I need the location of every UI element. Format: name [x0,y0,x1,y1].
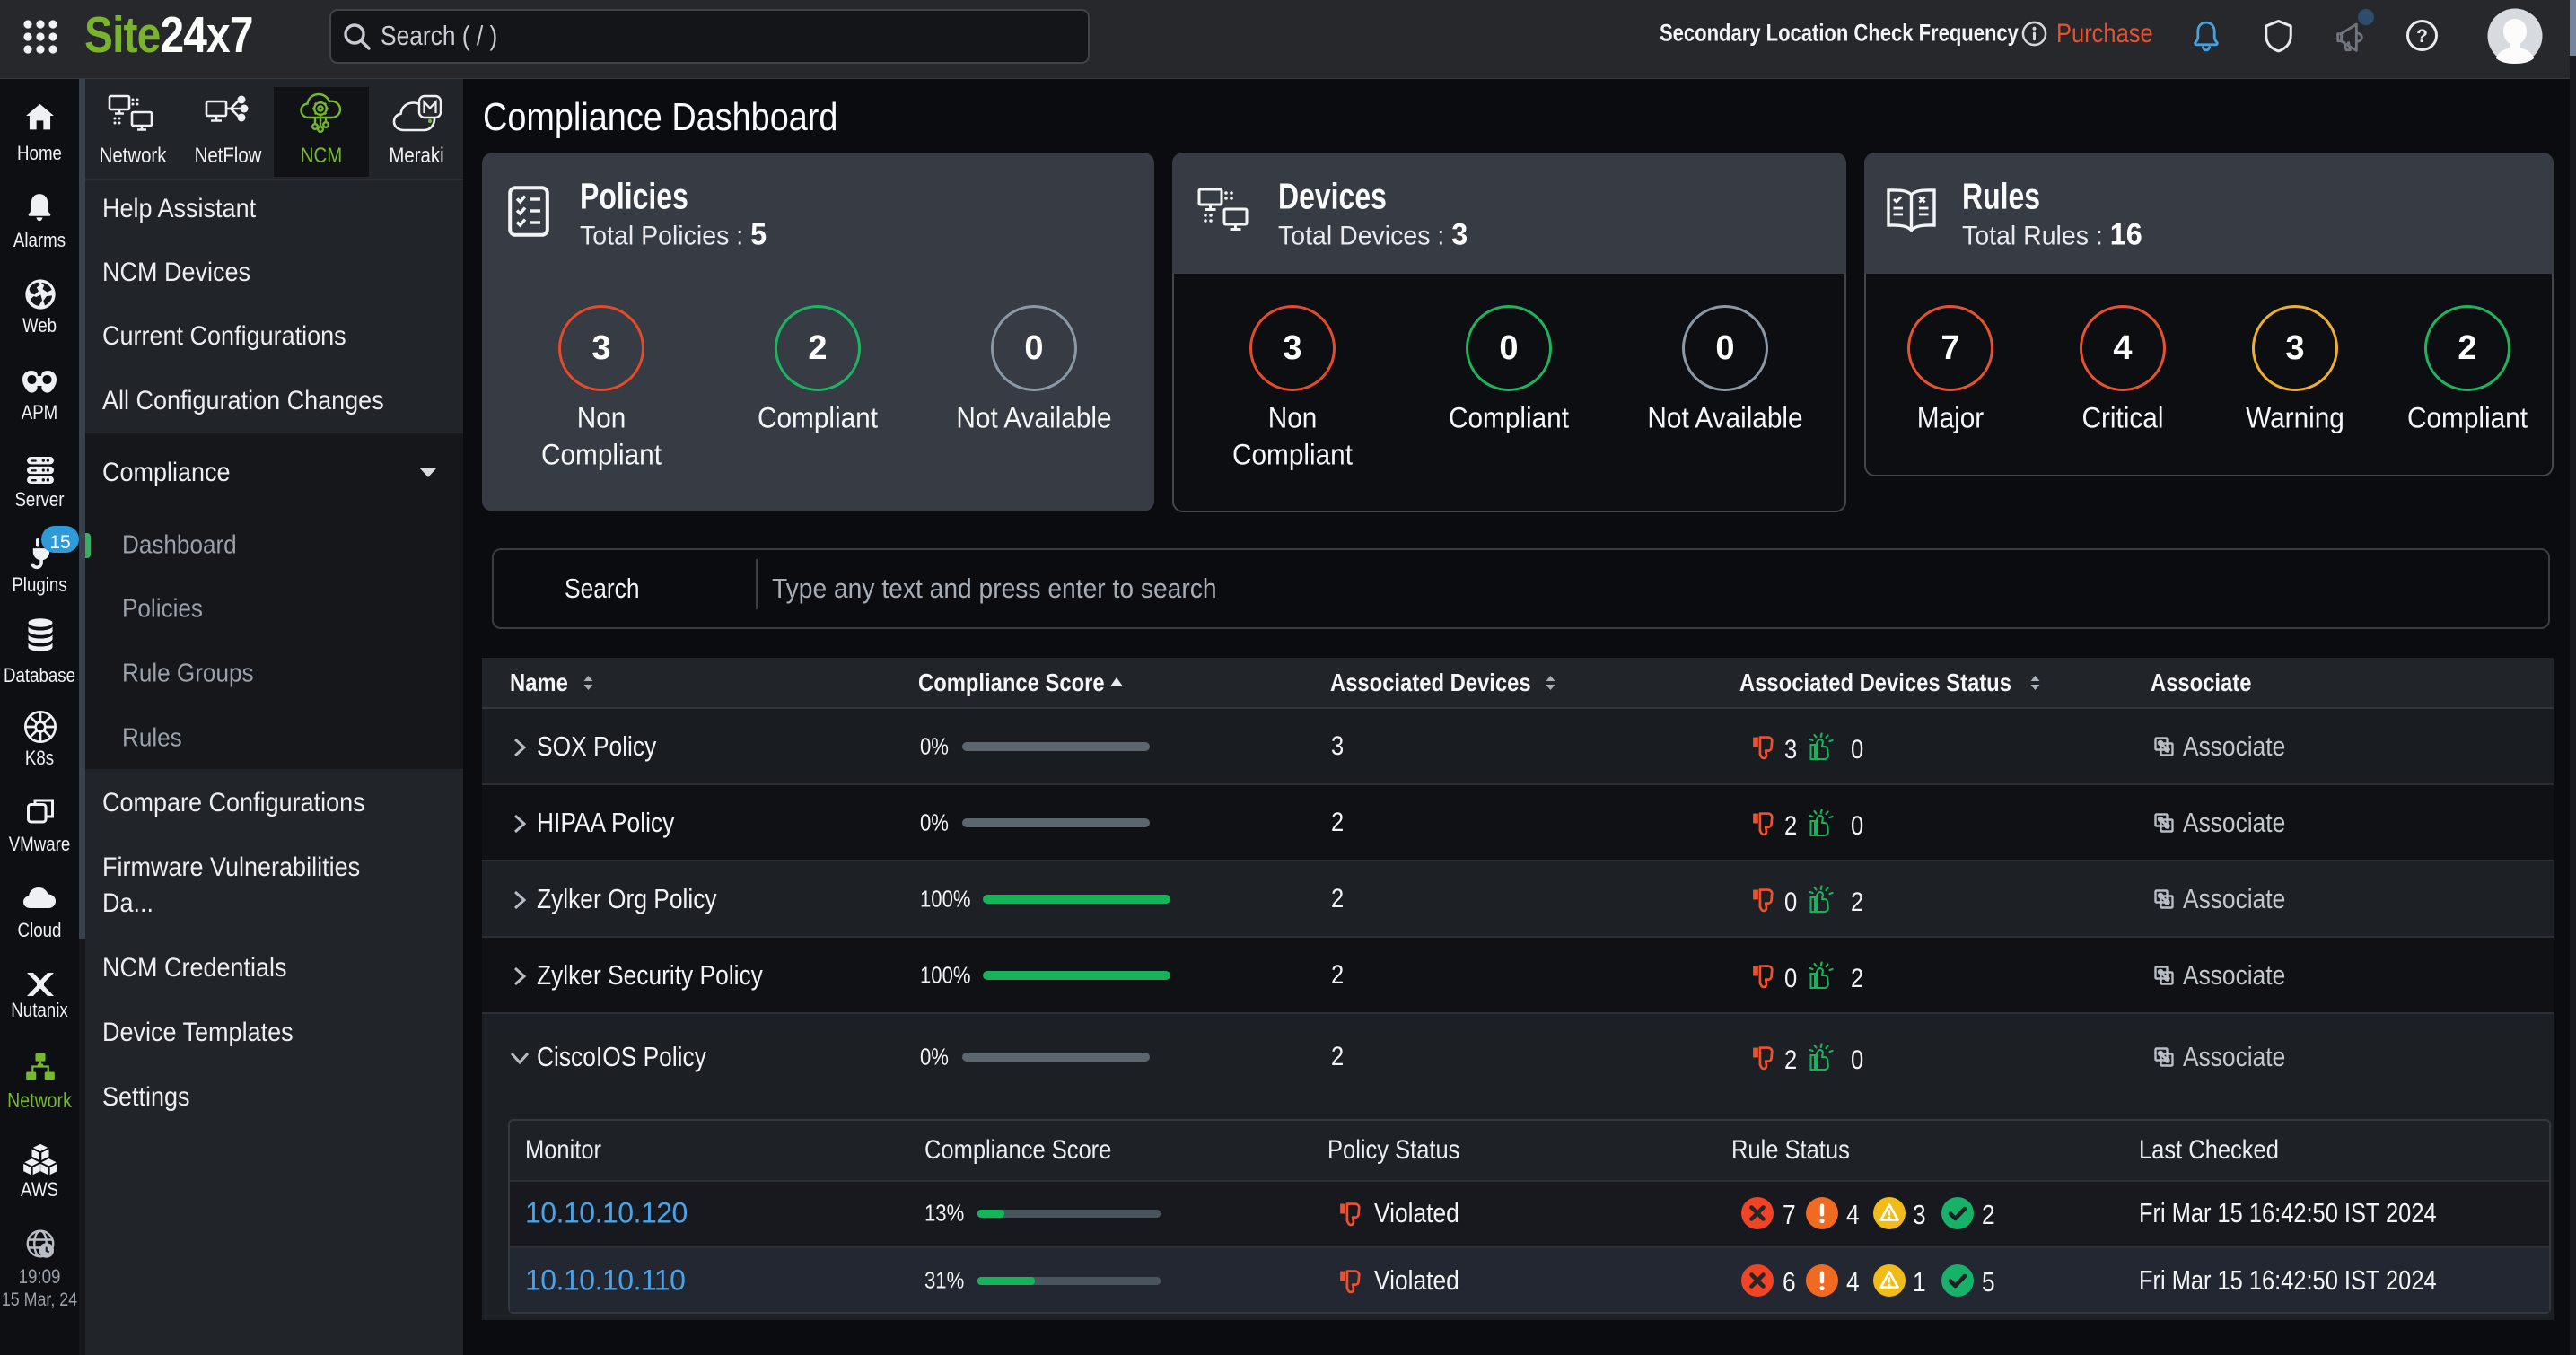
svg-text:?: ? [2416,26,2428,47]
